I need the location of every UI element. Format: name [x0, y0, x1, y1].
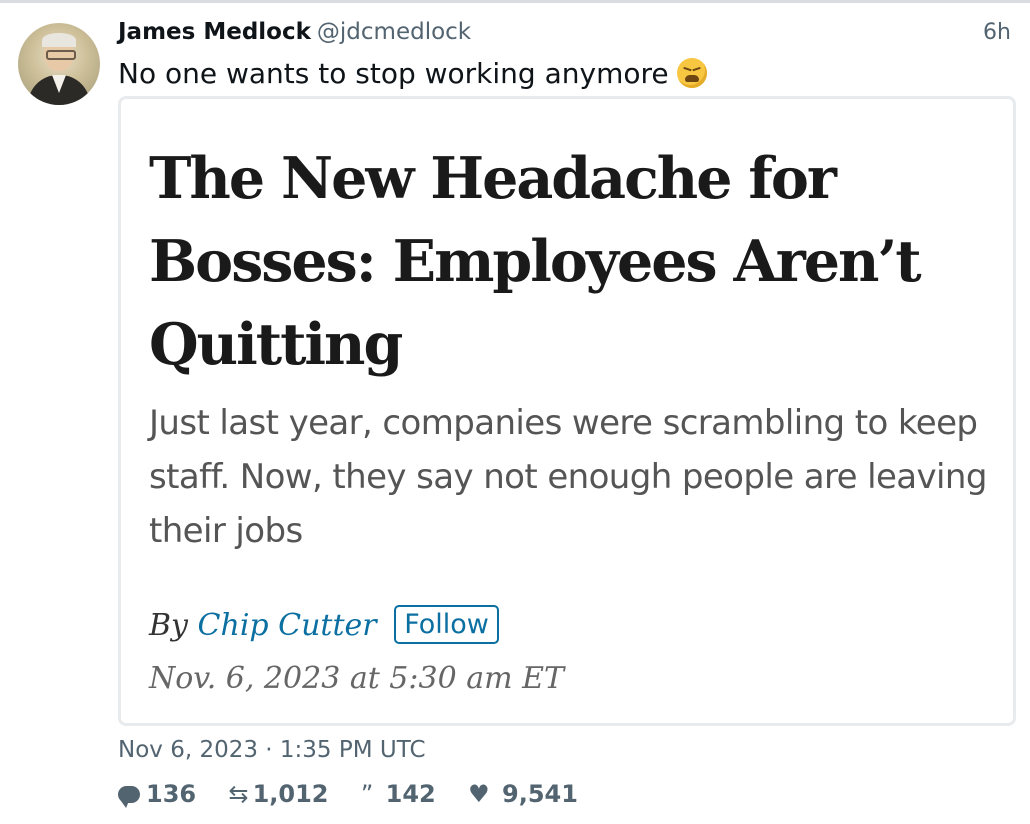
- tweet-text-content: No one wants to stop working anymore: [118, 57, 669, 90]
- tweet-text: No one wants to stop working anymore: [118, 57, 707, 90]
- like-stat[interactable]: ♥ 9,541: [468, 780, 578, 808]
- heart-icon: ♥: [468, 780, 490, 808]
- quote-icon: ”: [360, 780, 374, 808]
- retweet-count: 1,012: [252, 780, 329, 808]
- avatar[interactable]: [18, 23, 100, 105]
- reply-count: 136: [146, 780, 197, 808]
- retweet-icon: ⇆: [228, 780, 249, 808]
- author-handle[interactable]: @jdcmedlock: [317, 19, 471, 45]
- weary-face-icon: [676, 58, 707, 88]
- byline-prefix: By: [149, 608, 188, 643]
- top-divider: [0, 0, 1030, 3]
- follow-button[interactable]: Follow: [394, 605, 499, 644]
- article-date: Nov. 6, 2023 at 5:30 am ET: [149, 661, 564, 696]
- relative-time[interactable]: 6h: [983, 20, 1011, 45]
- quote-stat[interactable]: ” 142: [361, 780, 436, 808]
- article-headline: The New Headache for Bosses: Employees A…: [149, 145, 922, 378]
- tweet-timestamp[interactable]: Nov 6, 2023 · 1:35 PM UTC: [118, 737, 426, 763]
- tweet-stats: 136 ⇆ 1,012 ” 142 ♥ 9,541: [118, 780, 602, 808]
- article-dek: Just last year, companies were scramblin…: [149, 403, 987, 551]
- retweet-stat[interactable]: ⇆ 1,012: [228, 780, 328, 808]
- article-byline: By Chip Cutter Follow: [149, 605, 499, 644]
- quote-count: 142: [385, 780, 436, 808]
- reply-stat[interactable]: 136: [118, 780, 196, 808]
- author-name[interactable]: James Medlock: [118, 19, 311, 45]
- comment-icon: [118, 786, 140, 808]
- like-count: 9,541: [502, 780, 578, 808]
- article-author-link[interactable]: Chip Cutter: [198, 608, 377, 643]
- article-card[interactable]: The New Headache for Bosses: Employees A…: [118, 96, 1016, 726]
- tweet-header: James Medlock @jdcmedlock: [118, 19, 471, 45]
